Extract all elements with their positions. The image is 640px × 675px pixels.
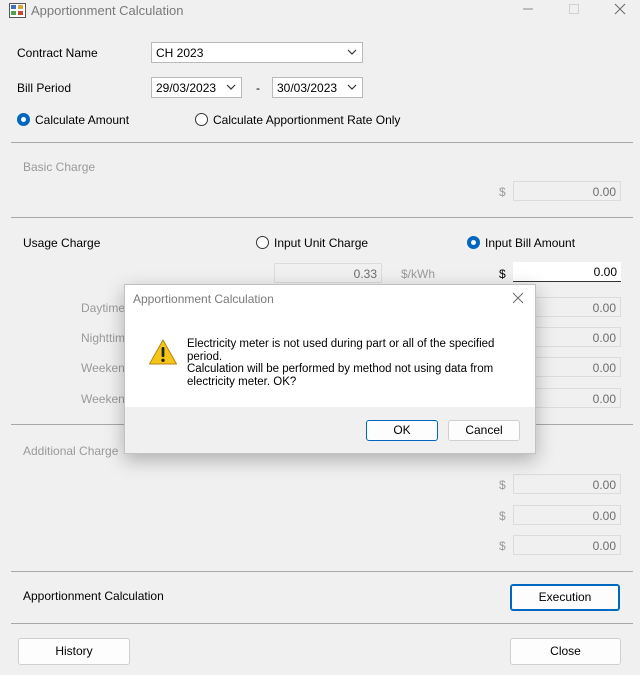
calculate-rate-only-radio[interactable] <box>195 113 208 126</box>
input-bill-amount-radio[interactable] <box>467 236 480 249</box>
app-icon <box>9 3 26 18</box>
bill-period-from-picker[interactable]: 29/03/2023 <box>151 77 242 98</box>
divider <box>11 571 633 572</box>
bill-period-to-value: 30/03/2023 <box>277 81 338 95</box>
close-button[interactable]: Close <box>510 638 621 665</box>
dialog-footer: OK Cancel <box>125 407 535 453</box>
additional-currency: $ <box>499 539 506 553</box>
bill-period-to-picker[interactable]: 30/03/2023 <box>272 77 363 98</box>
bill-period-separator: - <box>256 81 260 95</box>
dialog-message-line: Electricity meter is not used during par… <box>187 338 495 350</box>
close-icon[interactable] <box>613 2 627 16</box>
minimize-icon[interactable] <box>521 2 535 16</box>
usage-charge-label: Usage Charge <box>23 236 101 250</box>
basic-charge-label: Basic Charge <box>23 160 96 174</box>
dialog-ok-button[interactable]: OK <box>366 420 438 441</box>
chevron-down-icon <box>347 46 357 58</box>
usage-bill-amount-input[interactable]: 0.00 <box>513 262 621 282</box>
maximize-icon[interactable] <box>567 2 581 16</box>
title-bar: Apportionment Calculation <box>0 0 640 22</box>
dialog-title: Apportionment Calculation <box>133 292 274 306</box>
additional-amount-2: 0.00 <box>513 505 621 525</box>
divider <box>11 623 633 624</box>
additional-amount-3: 0.00 <box>513 535 621 555</box>
calculate-amount-label[interactable]: Calculate Amount <box>35 113 129 127</box>
dialog-message-line: Calculation will be performed by method … <box>187 363 494 375</box>
history-button[interactable]: History <box>18 638 130 665</box>
input-bill-amount-label[interactable]: Input Bill Amount <box>485 236 575 250</box>
window-title: Apportionment Calculation <box>31 3 184 18</box>
contract-name-value: CH 2023 <box>156 46 204 60</box>
unit-label: $/kWh <box>401 267 436 281</box>
unit-rate-field: 0.33 <box>274 263 382 283</box>
additional-charge-label: Additional Charge <box>23 444 119 458</box>
confirmation-dialog: Apportionment Calculation Electricity me… <box>124 284 536 454</box>
additional-currency: $ <box>499 509 506 523</box>
dialog-message-line: period. <box>187 350 223 363</box>
calculate-amount-radio[interactable] <box>17 113 30 126</box>
usage-charge-currency: $ <box>499 267 506 281</box>
apportionment-label: Apportionment Calculation <box>23 589 164 603</box>
contract-name-select[interactable]: CH 2023 <box>151 42 363 63</box>
divider <box>11 142 633 143</box>
bill-period-label: Bill Period <box>17 81 72 95</box>
additional-currency: $ <box>499 478 506 492</box>
contract-name-label: Contract Name <box>17 46 98 60</box>
bill-period-from-value: 29/03/2023 <box>156 81 217 95</box>
execution-button[interactable]: Execution <box>510 584 620 611</box>
dialog-message: Electricity meter is not used during par… <box>187 338 494 388</box>
dialog-message-line: electricity meter. OK? <box>187 375 297 388</box>
calculate-rate-only-label[interactable]: Calculate Apportionment Rate Only <box>213 113 400 127</box>
dialog-close-icon[interactable] <box>511 291 525 305</box>
daytime-label: Daytime <box>81 301 126 315</box>
additional-amount-1: 0.00 <box>513 474 621 494</box>
basic-charge-amount: 0.00 <box>513 181 621 201</box>
divider <box>11 217 633 218</box>
warning-icon <box>148 338 178 366</box>
chevron-down-icon <box>226 81 236 93</box>
input-unit-charge-label[interactable]: Input Unit Charge <box>274 236 368 250</box>
input-unit-charge-radio[interactable] <box>256 236 269 249</box>
chevron-down-icon <box>347 81 357 93</box>
basic-charge-currency: $ <box>499 185 506 199</box>
dialog-cancel-button[interactable]: Cancel <box>448 420 520 441</box>
